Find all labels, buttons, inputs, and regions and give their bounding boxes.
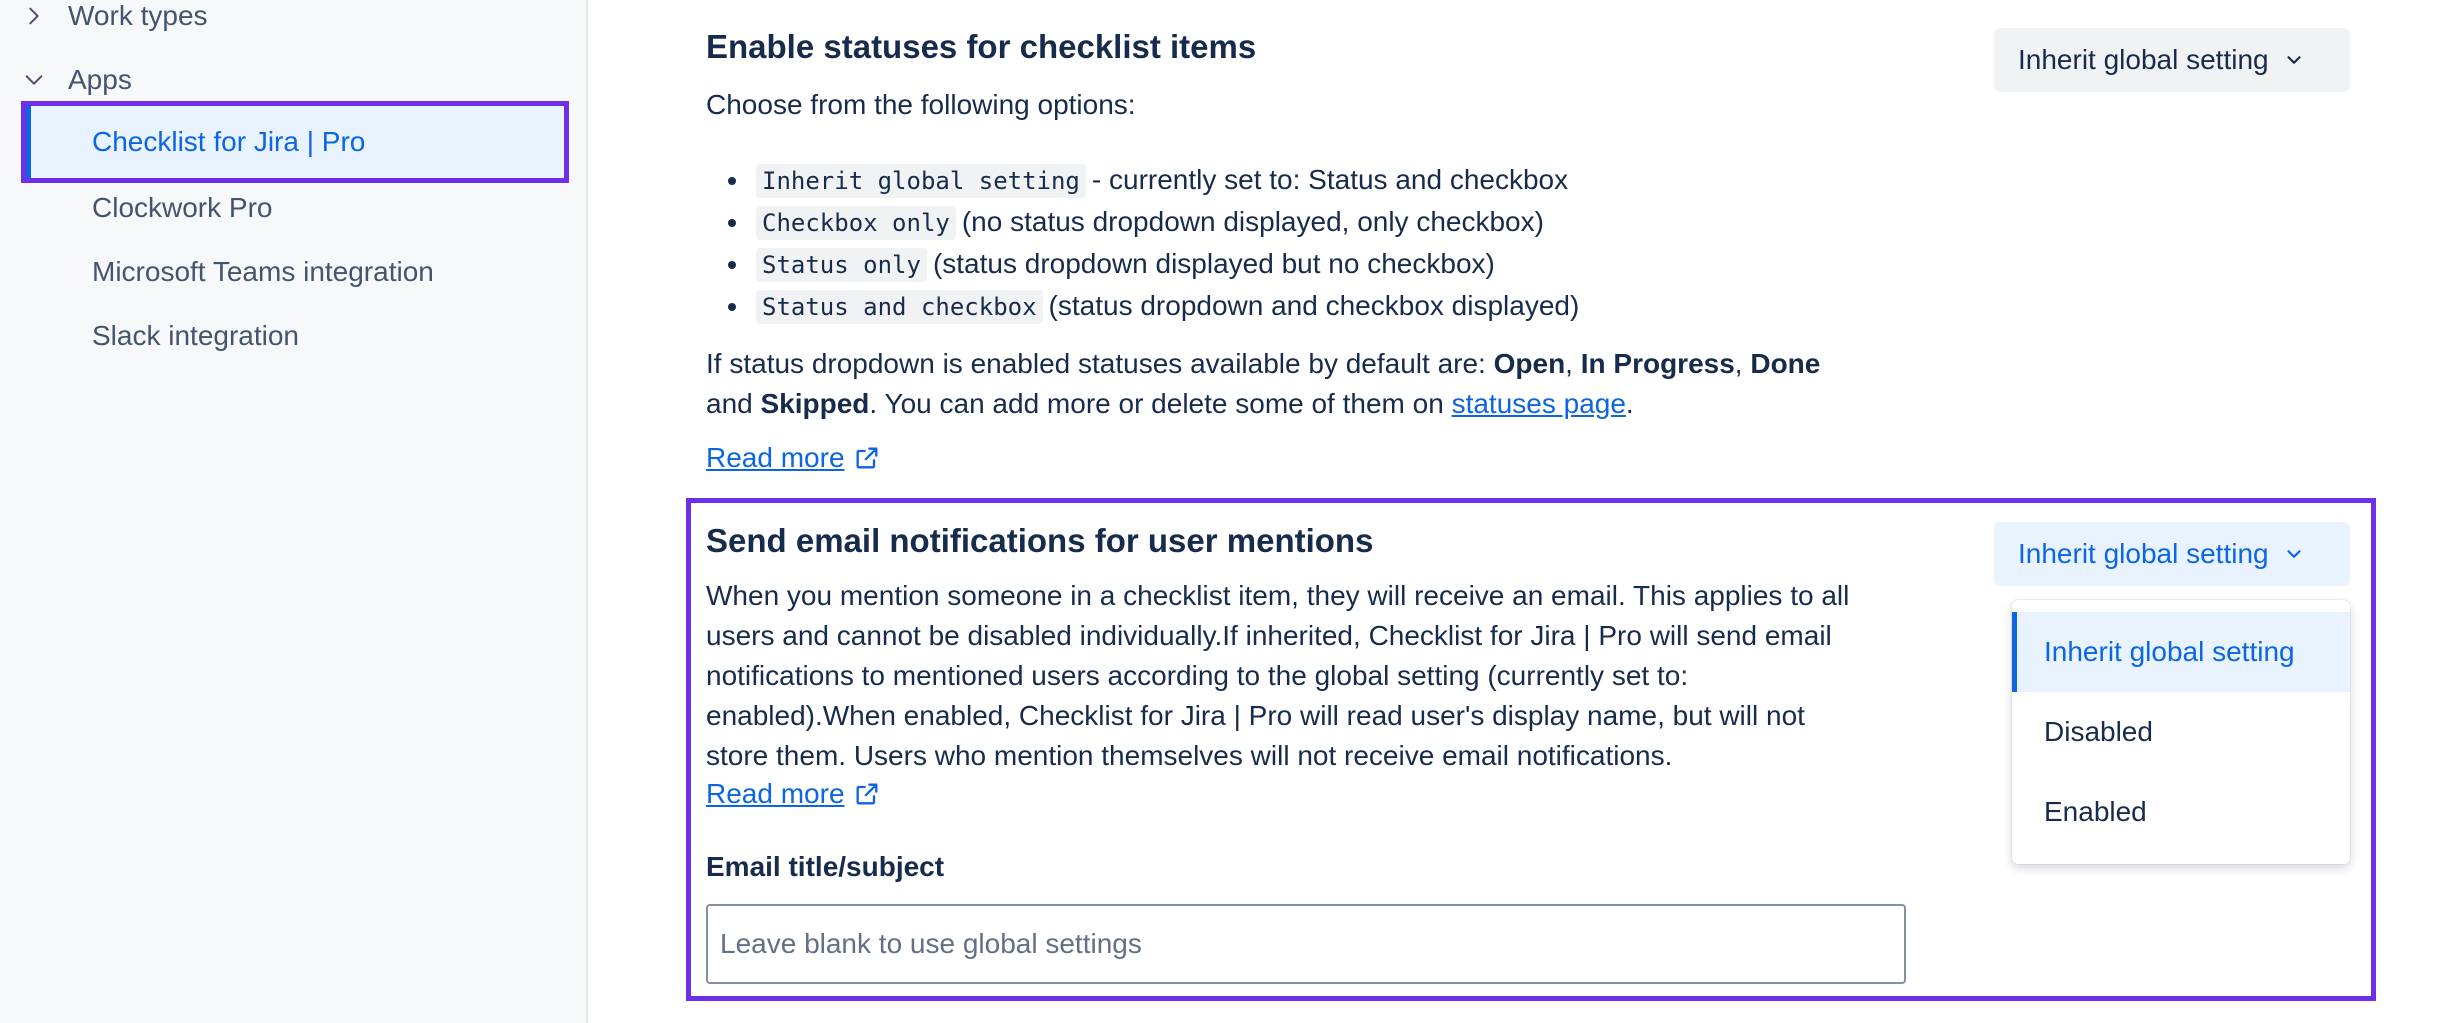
sidebar-item-label: Clockwork Pro bbox=[92, 192, 273, 223]
menu-item-enabled[interactable]: Enabled bbox=[2012, 772, 2350, 852]
option-code: Status and checkbox bbox=[756, 290, 1043, 324]
desc-text: . You can add more or delete some of the… bbox=[869, 388, 1452, 419]
read-more-link-statuses[interactable]: Read more bbox=[706, 442, 881, 474]
email-notifications-dropdown-menu: Inherit global setting Disabled Enabled bbox=[2012, 600, 2350, 864]
selected-indicator bbox=[26, 106, 31, 178]
option-code: Status only bbox=[756, 248, 927, 282]
statuses-options-list: Inherit global setting - currently set to… bbox=[727, 159, 1580, 327]
desc-separator: , bbox=[1734, 348, 1751, 379]
menu-item-inherit-global-setting[interactable]: Inherit global setting bbox=[2012, 612, 2350, 692]
list-item: Checkbox only (no status dropdown display… bbox=[727, 201, 1579, 243]
status-skipped: Skipped bbox=[760, 388, 870, 419]
sidebar-item-label: Apps bbox=[68, 64, 132, 95]
chevron-down-icon bbox=[2283, 543, 2305, 565]
sidebar-item-label: Slack integration bbox=[92, 320, 300, 351]
list-item: Status and checkbox (status dropdown and … bbox=[727, 285, 1580, 327]
main-content: Enable statuses for checklist items Choo… bbox=[590, 0, 2439, 1023]
sidebar-item-label: Work types bbox=[68, 0, 208, 31]
email-notifications-setting-dropdown[interactable]: Inherit global setting bbox=[1994, 522, 2350, 586]
option-code: Checkbox only bbox=[756, 206, 956, 240]
chevron-down-icon bbox=[2283, 49, 2305, 71]
menu-item-disabled[interactable]: Disabled bbox=[2012, 692, 2350, 772]
desc-line: store them. Users who mention themselves… bbox=[706, 740, 1673, 771]
statuses-description: If status dropdown is enabled statuses a… bbox=[706, 344, 1820, 424]
sidebar-item-checklist-for-jira-pro[interactable]: Checklist for Jira | Pro bbox=[21, 101, 569, 183]
option-text: (status dropdown and checkbox displayed) bbox=[1048, 290, 1580, 321]
statuses-page-link[interactable]: statuses page bbox=[1452, 388, 1626, 419]
email-title-input[interactable] bbox=[706, 904, 1906, 984]
desc-period: . bbox=[1625, 388, 1634, 419]
sidebar-item-label: Checklist for Jira | Pro bbox=[92, 126, 366, 157]
section-title-email-notifications: Send email notifications for user mentio… bbox=[706, 522, 1374, 559]
status-done: Done bbox=[1750, 348, 1821, 379]
status-in-progress: In Progress bbox=[1580, 348, 1735, 379]
status-open: Open bbox=[1493, 348, 1566, 379]
desc-line: When you mention someone in a checklist … bbox=[706, 580, 1850, 611]
dropdown-value: Inherit global setting bbox=[2018, 538, 2269, 569]
sidebar-item-slack-integration[interactable]: Slack integration bbox=[92, 306, 299, 366]
read-more-label: Read more bbox=[706, 442, 845, 473]
sidebar-item-apps[interactable]: Apps bbox=[22, 50, 132, 110]
statuses-intro: Choose from the following options: bbox=[706, 89, 1136, 120]
chevron-right-icon bbox=[22, 4, 46, 28]
desc-text: If status dropdown is enabled statuses a… bbox=[706, 348, 1494, 379]
option-text: - currently set to: Status and checkbox bbox=[1091, 164, 1569, 195]
option-text: (status dropdown displayed but no checkb… bbox=[932, 248, 1495, 279]
desc-text: and bbox=[706, 388, 761, 419]
sidebar: Work types Apps Checklist for Jira | Pro… bbox=[0, 0, 588, 1023]
read-more-label: Read more bbox=[706, 778, 845, 809]
list-item: Status only (status dropdown displayed bu… bbox=[727, 243, 1579, 285]
list-item: Inherit global setting - currently set to… bbox=[727, 159, 1579, 201]
statuses-setting-dropdown[interactable]: Inherit global setting bbox=[1994, 28, 2350, 92]
email-notifications-description: When you mention someone in a checklist … bbox=[706, 576, 1849, 776]
sidebar-item-work-types[interactable]: Work types bbox=[22, 0, 208, 46]
option-text: (no status dropdown displayed, only chec… bbox=[961, 206, 1544, 237]
sidebar-item-microsoft-teams-integration[interactable]: Microsoft Teams integration bbox=[92, 242, 434, 302]
option-code: Inherit global setting bbox=[756, 164, 1086, 198]
sidebar-item-label: Microsoft Teams integration bbox=[92, 256, 434, 287]
email-title-label: Email title/subject bbox=[706, 851, 945, 882]
desc-separator: , bbox=[1565, 348, 1581, 379]
external-link-icon bbox=[853, 780, 881, 808]
dropdown-value: Inherit global setting bbox=[2018, 44, 2269, 75]
external-link-icon bbox=[853, 444, 881, 472]
desc-line: enabled).When enabled, Checklist for Jir… bbox=[706, 700, 1805, 731]
chevron-down-icon bbox=[22, 68, 46, 92]
section-title-statuses: Enable statuses for checklist items bbox=[706, 28, 1257, 65]
sidebar-item-clockwork-pro[interactable]: Clockwork Pro bbox=[92, 178, 272, 238]
desc-line: notifications to mentioned users accordi… bbox=[706, 660, 1689, 691]
read-more-link-email[interactable]: Read more bbox=[706, 778, 881, 810]
desc-line: users and cannot be disabled individuall… bbox=[706, 620, 1832, 651]
